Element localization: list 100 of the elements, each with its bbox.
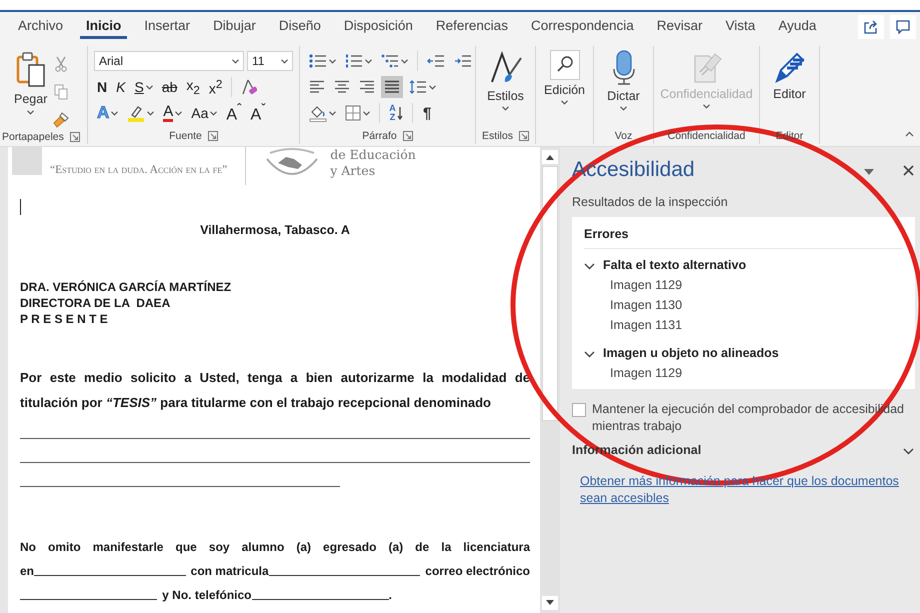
group-label: Estilos — [482, 130, 513, 142]
caret-icon — [27, 110, 34, 115]
caret-icon — [329, 110, 336, 116]
issue-category[interactable]: Falta el texto alternativo — [603, 258, 746, 272]
ribbon-tab[interactable]: Referencias — [430, 15, 514, 39]
caret-icon — [147, 110, 154, 116]
down-arrow-icon — [397, 106, 403, 120]
chevron-down-icon — [903, 448, 914, 454]
superscript-button[interactable]: x$^{2}$ — [206, 77, 226, 97]
issue-item[interactable]: Imagen 1129 — [610, 275, 682, 295]
caret-icon — [210, 110, 218, 116]
line-spacing-icon — [409, 79, 427, 95]
caret-icon — [175, 110, 182, 116]
text-cursor — [20, 199, 21, 215]
caret-icon — [429, 84, 436, 90]
ribbon-tab[interactable]: Diseño — [272, 15, 327, 39]
editor-button[interactable]: Editor — [760, 46, 819, 128]
speech-bubble-icon — [896, 20, 910, 34]
paste-button[interactable]: Pegar — [14, 50, 48, 130]
issue-item[interactable]: Imagen 1129 — [610, 363, 682, 383]
share-button[interactable] — [858, 15, 884, 39]
format-painter-button[interactable] — [53, 110, 70, 130]
bold-button[interactable]: N — [94, 77, 110, 97]
date-line: Villahermosa, Tabasco. A — [199, 222, 351, 239]
sort-button[interactable]: AZ — [386, 103, 406, 123]
ribbon-tab[interactable]: Dibujar — [207, 15, 262, 39]
cut-button[interactable] — [53, 54, 70, 74]
decrease-indent-icon — [427, 54, 445, 68]
scrollbar[interactable] — [540, 147, 560, 613]
body-text: No omito manifestarle que soy alumno (a) egresado (a) de la licenciatura — [20, 539, 530, 555]
issue-item[interactable]: Imagen 1131 — [610, 315, 682, 335]
body-text: con matricula — [190, 563, 269, 579]
caret-up-icon — [905, 131, 914, 137]
underline-button[interactable]: S — [131, 77, 156, 97]
eraser-icon — [241, 78, 258, 96]
ribbon-tab[interactable]: Inicio — [80, 15, 128, 39]
styles-button[interactable]: Estilos — [476, 46, 535, 128]
caret-icon — [365, 58, 372, 64]
ribbon-tab[interactable]: Revisar — [650, 15, 709, 39]
font-color-button[interactable]: A — [160, 103, 186, 123]
font-size-field[interactable]: 11 — [247, 51, 293, 71]
highlighter-icon — [127, 104, 146, 122]
results-heading: Errores — [584, 217, 903, 249]
show-marks-button[interactable]: ¶ — [419, 104, 436, 122]
checkbox[interactable] — [572, 403, 586, 417]
text-lines-icon — [359, 80, 375, 94]
issue-category[interactable]: Imagen u objeto no alineados — [603, 346, 779, 360]
share-icon — [864, 20, 878, 34]
recipient-line: DRA. VERÓNICA GARCÍA MARTÍNEZ — [20, 279, 232, 295]
dropdown-triangle-icon — [864, 168, 874, 174]
caret-icon — [401, 58, 408, 64]
italic-button[interactable]: K — [113, 77, 128, 97]
increase-indent-icon — [454, 54, 472, 68]
ribbon-tab[interactable]: Disposición — [338, 15, 419, 39]
scroll-up-icon[interactable] — [545, 153, 555, 161]
caret-icon — [703, 104, 710, 109]
microphone-icon — [612, 50, 636, 86]
strikethrough-button[interactable]: ab — [158, 77, 180, 97]
subscript-button[interactable]: x$_{2}$ — [183, 77, 203, 97]
ribbon-tab[interactable]: Insertar — [138, 15, 196, 39]
scroll-down-icon[interactable] — [545, 599, 555, 607]
ribbon-tab[interactable]: Correspondencia — [524, 15, 640, 39]
dialog-launcher-icon[interactable] — [518, 131, 529, 141]
body-text: correo electrónico — [425, 563, 530, 579]
dialog-launcher-icon[interactable] — [70, 132, 80, 142]
issue-item[interactable]: Imagen 1130 — [610, 295, 682, 315]
justify-button[interactable] — [381, 76, 403, 98]
copy-icon — [54, 84, 68, 100]
ribbon-tab[interactable]: Archivo — [12, 15, 70, 39]
grow-font-button[interactable]: A$^{ˆ}$ — [223, 103, 245, 123]
font-name-field[interactable]: Arial — [94, 51, 244, 71]
scroll-thumb[interactable] — [542, 166, 558, 421]
motto-text: “Estudio en la duda. Acción en la fe” — [50, 164, 228, 176]
ribbon-tab[interactable]: Vista — [720, 15, 762, 39]
change-case-button[interactable]: Aa — [188, 103, 220, 123]
editing-button[interactable]: Edición — [536, 46, 593, 128]
group-label: Confidencialidad — [668, 130, 746, 142]
caret-icon — [329, 58, 336, 64]
numbered-list-icon — [345, 54, 363, 68]
caret-icon — [502, 106, 509, 111]
multilevel-list-icon — [381, 54, 399, 68]
chevron-down-icon — [584, 350, 595, 358]
dialog-launcher-icon[interactable] — [208, 131, 218, 141]
caret-icon — [363, 110, 370, 116]
shrink-font-button[interactable]: A$^{ˇ}$ — [248, 103, 269, 123]
caret-icon — [620, 106, 627, 111]
caret-icon — [232, 58, 239, 64]
dictate-button[interactable]: Dictar — [594, 46, 653, 128]
group-label: Fuente — [169, 130, 202, 142]
recipient-line: P R E S E N T E — [20, 311, 109, 327]
text-lines-icon — [334, 80, 350, 94]
chevron-down-icon — [584, 262, 595, 270]
institution-name: y Artes — [330, 163, 376, 179]
magnifier-icon — [550, 50, 580, 80]
text-lines-icon — [309, 80, 325, 94]
ribbon-tab[interactable]: Ayuda — [772, 15, 822, 39]
dialog-launcher-icon[interactable] — [402, 131, 413, 141]
scissors-icon — [54, 56, 68, 72]
institution-name: de Educación — [330, 147, 416, 163]
comments-button[interactable] — [890, 15, 916, 39]
